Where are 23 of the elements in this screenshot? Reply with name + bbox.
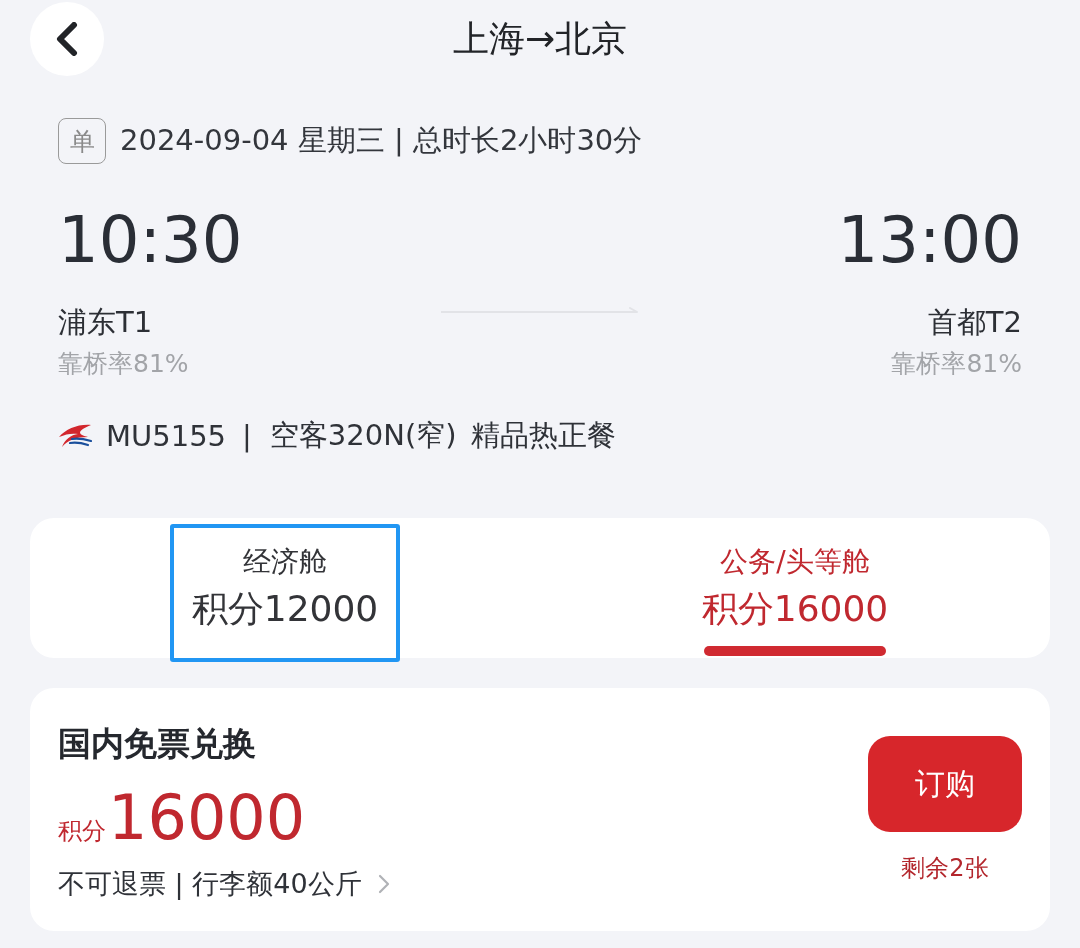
offer-title: 国内免票兑换 [58, 723, 257, 765]
points-value: 16000 [108, 782, 306, 854]
bridge-rate-text: 靠桥率81% [58, 348, 189, 380]
bird-logo-icon [58, 423, 92, 449]
points-label: 积分 [58, 816, 106, 847]
remaining-text: 剩余2张 [901, 853, 989, 884]
flight-number-text: MU5155 [106, 419, 227, 453]
bridge-rate-text: 靠桥率81% [891, 348, 1022, 380]
time-text: 10:30 [58, 202, 243, 278]
cabin-tab[interactable]: 经济舱 积分12000 [191, 518, 379, 658]
airport-text: 浦东T1 [58, 304, 153, 341]
airport-text: 首都T2 [927, 304, 1022, 341]
terms-text: 不可退票 | 行李额40公斤 [58, 867, 362, 902]
back-icon [56, 22, 78, 56]
page-title: 上海→北京 [452, 16, 628, 61]
meal-text: 精品热正餐 [470, 417, 616, 454]
date-duration-text: 2024-09-04 星期三 | 总时长2小时30分 [120, 122, 643, 159]
separator-text: | [242, 419, 252, 453]
trip-type-badge: 单 [58, 118, 106, 164]
cabin-tab[interactable]: 公务/头等舱 积分16000 [701, 518, 889, 658]
order-button[interactable]: 订购 [868, 736, 1022, 832]
aircraft-text: 空客320N(窄) [269, 417, 457, 454]
time-text: 13:00 [837, 202, 1022, 278]
